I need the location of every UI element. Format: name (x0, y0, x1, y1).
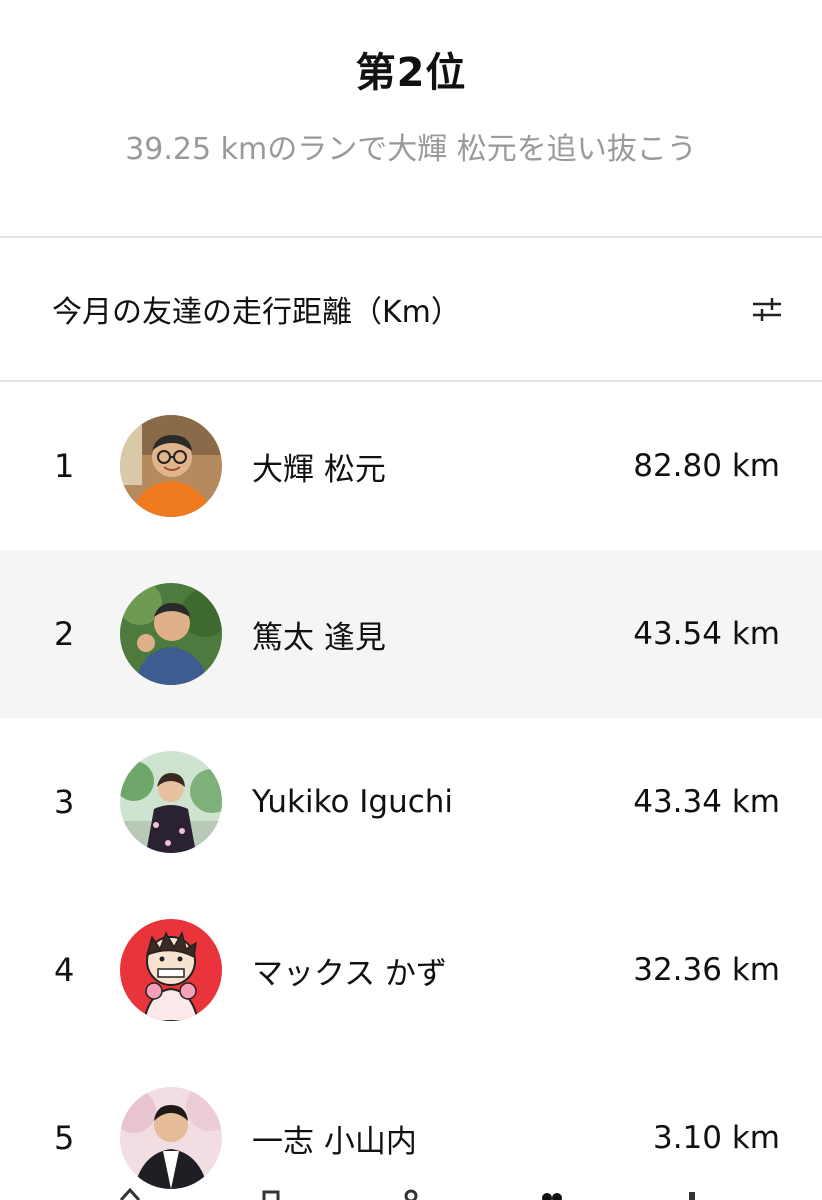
avatar-image (120, 583, 222, 685)
runner-distance: 82.80 km (633, 448, 780, 484)
avatar-image (120, 919, 222, 1021)
home-icon[interactable] (115, 1186, 145, 1200)
runner-name[interactable]: Yukiko Iguchi (252, 784, 453, 820)
leaderboard-row[interactable]: 1 大輝 松元 82.80 km (0, 382, 822, 550)
rank-title: 第2位 (355, 50, 467, 96)
rank-number: 2 (54, 615, 75, 653)
rank-summary: 第2位 39.25 kmのランで大輝 松元を追い抜こう (0, 0, 822, 236)
rank-subtitle: 39.25 kmのランで大輝 松元を追い抜こう (125, 132, 697, 167)
avatar-image (120, 751, 222, 853)
runner-distance: 43.34 km (633, 784, 780, 820)
runner-name[interactable]: 大輝 松元 (252, 444, 386, 489)
rank-number: 5 (54, 1119, 75, 1157)
run-icon[interactable] (396, 1186, 426, 1200)
leaderboard-row[interactable]: 3 Yukiko Iguchi 43.34 km (0, 718, 822, 886)
leaderboard-row[interactable]: 4 マックス かず 32.36 km (0, 886, 822, 1054)
avatar[interactable] (120, 919, 222, 1021)
avatar[interactable] (120, 583, 222, 685)
rank-number: 3 (54, 783, 75, 821)
rank-number: 4 (54, 951, 75, 989)
runner-distance: 32.36 km (633, 952, 780, 988)
calendar-icon[interactable] (256, 1186, 286, 1200)
runner-name[interactable]: 篤太 逢見 (252, 612, 386, 657)
runner-distance: 43.54 km (633, 616, 780, 652)
leaderboard-row-current-user[interactable]: 2 篤太 逢見 43.54 km (0, 550, 822, 718)
avatar-image (120, 1087, 222, 1189)
avatar[interactable] (120, 415, 222, 517)
friends-icon[interactable] (536, 1186, 566, 1200)
section-title: 今月の友達の走行距離（Km） (52, 295, 461, 330)
runner-distance: 3.10 km (652, 1120, 780, 1156)
friends-ranking-screen: 第2位 39.25 kmのランで大輝 松元を追い抜こう 今月の友達の走行距離（K… (0, 0, 822, 1200)
rank-number: 1 (54, 447, 75, 485)
avatar[interactable] (120, 751, 222, 853)
filter-button[interactable] (750, 292, 784, 326)
avatar-image (120, 415, 222, 517)
avatar[interactable] (120, 1087, 222, 1189)
leaderboard-list: 1 大輝 松元 82.80 km 2 篤太 逢見 43.54 km 3 Yuki… (0, 382, 822, 1200)
sliders-icon (753, 298, 781, 321)
leaderboard-row[interactable]: 5 一志 小山内 3.10 km (0, 1054, 822, 1200)
section-header: 今月の友達の走行距離（Km） (0, 238, 822, 380)
runner-name[interactable]: 一志 小山内 (252, 1116, 417, 1161)
bottom-navigation (0, 1182, 822, 1200)
profile-icon[interactable] (677, 1186, 707, 1200)
runner-name[interactable]: マックス かず (252, 948, 447, 993)
